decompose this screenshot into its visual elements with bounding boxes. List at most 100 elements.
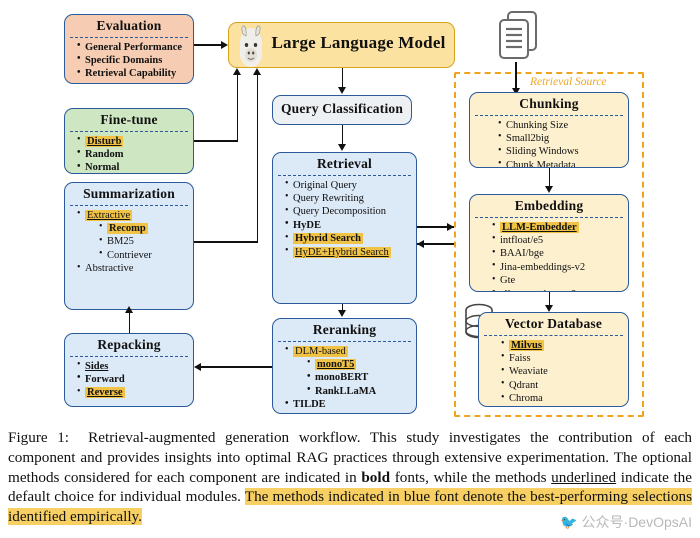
arrowhead-retrieval-source-in — [417, 239, 424, 248]
arrowhead-queryclass-retrieval — [338, 144, 346, 151]
arrowhead-repacking-summarization — [125, 306, 133, 313]
box-embedding-list: LLM-Embedder intfloat/e5 BAAI/bge Jina-e… — [470, 218, 628, 291]
list-item[interactable]: Gte — [492, 274, 624, 287]
llama-icon — [234, 24, 268, 68]
list-item[interactable]: Chroma — [501, 392, 624, 405]
list-item[interactable]: monoT5 — [307, 357, 412, 371]
box-summarization-list: Extractive Recomp BM25 Contriever Abstra… — [65, 206, 193, 279]
list-item[interactable]: DLM-based monoT5 monoBERT RankLLaMA — [285, 344, 412, 399]
connector-llm-queryclass — [341, 68, 344, 88]
arrowhead-reranking-repacking — [194, 362, 201, 371]
watermark: 🐦 公众号·DevOpsAI — [560, 512, 692, 532]
list-item[interactable]: monoBERT — [307, 371, 412, 384]
connector-chunking-embedding — [548, 168, 551, 187]
figure-diagram: Retrieval Source Evaluation General Perf… — [0, 0, 700, 425]
box-query-classification-title: Query Classification — [280, 101, 404, 116]
connector-queryclass-retrieval — [341, 125, 344, 145]
box-finetune-list: Disturb Random Normal — [65, 132, 193, 173]
arrowhead-retrieval-reranking — [338, 310, 346, 317]
sublist: Recomp BM25 Contriever — [85, 221, 189, 262]
list-item[interactable]: TILDE — [285, 398, 412, 411]
box-retrieval-title: Retrieval — [316, 156, 373, 171]
list-item[interactable]: RankLLaMA — [307, 384, 412, 398]
list-item[interactable]: Recomp — [99, 221, 189, 235]
box-chunking[interactable]: Chunking Chunking Size Small2big Sliding… — [469, 92, 629, 168]
box-reranking[interactable]: Reranking DLM-based monoT5 monoBERT Rank… — [272, 318, 417, 414]
box-evaluation-title: Evaluation — [96, 18, 162, 33]
list-item[interactable]: Sliding Windows — [498, 145, 624, 158]
connector-reranking-repacking — [196, 366, 272, 368]
box-retrieval-list: Original Query Query Rewriting Query Dec… — [273, 176, 416, 263]
box-chunking-list: Chunking Size Small2big Sliding Windows … — [470, 116, 628, 167]
list-item[interactable]: Specific Domains — [77, 53, 189, 67]
arrowhead-evaluation-llm — [221, 40, 228, 49]
list-item[interactable]: Chunking Size — [498, 118, 624, 132]
list-item[interactable]: BAAI/bge — [492, 247, 624, 260]
connector-evaluation-llm — [194, 44, 222, 46]
box-reranking-list: DLM-based monoT5 monoBERT RankLLaMA TILD… — [273, 342, 416, 413]
arrowhead-chunking-embedding — [545, 186, 553, 193]
list-item[interactable]: Retrieval Capability — [77, 67, 189, 80]
list-item[interactable]: all-mpnet-base-v2 — [492, 287, 624, 291]
list-item[interactable]: Milvus — [501, 338, 624, 352]
connector-summarization-llm-h — [194, 241, 258, 243]
list-item[interactable]: Faiss — [501, 351, 624, 365]
box-query-classification[interactable]: Query Classification — [272, 95, 412, 125]
list-item[interactable]: Reverse — [77, 386, 189, 399]
box-retrieval[interactable]: Retrieval Original Query Query Rewriting… — [272, 152, 417, 304]
box-finetune[interactable]: Fine-tune Disturb Random Normal — [64, 108, 194, 174]
list-item[interactable]: Sides — [77, 359, 189, 373]
list-item[interactable]: Abstractive — [77, 262, 189, 275]
list-item[interactable]: Query Decomposition — [285, 205, 412, 218]
list-item[interactable]: Query Rewriting — [285, 191, 412, 205]
list-item[interactable]: Hybrid Search — [285, 232, 412, 245]
arrowhead-embedding-vectordb — [545, 305, 553, 312]
arrowhead-llm-queryclass — [338, 87, 346, 94]
caption-label: Figure 1: — [8, 429, 70, 446]
caption-underlined-word: underlined — [551, 468, 617, 486]
sublist: monoT5 monoBERT RankLLaMA — [293, 357, 412, 398]
caption-part2: fonts, while the methods — [390, 468, 552, 486]
list-item[interactable]: Extractive Recomp BM25 Contriever — [77, 208, 189, 263]
list-item[interactable]: Original Query — [285, 178, 412, 192]
box-summarization-title: Summarization — [83, 186, 175, 201]
box-embedding[interactable]: Embedding LLM-Embedder intfloat/e5 BAAI/… — [469, 194, 629, 292]
watermark-logo-icon: 🐦 — [560, 514, 578, 530]
connector-repacking-summarization — [128, 313, 131, 333]
box-evaluation[interactable]: Evaluation General Performance Specific … — [64, 14, 194, 84]
box-repacking-list: Sides Forward Reverse — [65, 357, 193, 403]
caption-bold-word: bold — [361, 468, 391, 486]
box-vector-database-list: Milvus Faiss Weaviate Qdrant Chroma — [479, 336, 628, 406]
box-vector-database[interactable]: Vector Database Milvus Faiss Weaviate Qd… — [478, 312, 629, 407]
list-item[interactable]: Weaviate — [501, 365, 624, 378]
box-evaluation-list: General Performance Specific Domains Ret… — [65, 38, 193, 83]
list-item[interactable]: Forward — [77, 372, 189, 386]
list-item[interactable]: Disturb — [77, 134, 189, 148]
list-item[interactable]: HyDE — [285, 218, 412, 232]
list-item[interactable]: Jina-embeddings-v2 — [492, 260, 624, 274]
list-item[interactable]: Contriever — [99, 248, 189, 262]
box-summarization[interactable]: Summarization Extractive Recomp BM25 Con… — [64, 182, 194, 310]
retrieval-source-label: Retrieval Source — [530, 76, 607, 88]
list-item[interactable]: Normal — [77, 161, 189, 173]
documents-icon — [492, 8, 546, 75]
watermark-text: 公众号·DevOpsAI — [581, 514, 692, 530]
list-item[interactable]: BM25 — [99, 235, 189, 248]
box-finetune-title: Fine-tune — [100, 112, 158, 127]
box-chunking-title: Chunking — [519, 96, 579, 111]
list-item[interactable]: intfloat/e5 — [492, 233, 624, 247]
list-item[interactable]: Small2big — [498, 131, 624, 145]
box-reranking-title: Reranking — [312, 322, 377, 337]
list-item[interactable]: Chunk Metadata — [498, 158, 624, 167]
list-item[interactable]: Qdrant — [501, 378, 624, 392]
box-embedding-title: Embedding — [514, 198, 584, 213]
connector-finetune-llm-v — [236, 75, 239, 141]
box-repacking[interactable]: Repacking Sides Forward Reverse — [64, 333, 194, 407]
arrowhead-summarization-llm — [253, 68, 261, 75]
list-item[interactable]: Random — [77, 147, 189, 161]
connector-docs-chunking — [515, 62, 517, 90]
list-item[interactable]: HyDE+Hybrid Search — [285, 245, 412, 259]
list-item[interactable]: General Performance — [77, 40, 189, 54]
connector-summarization-llm-v — [256, 75, 259, 242]
list-item[interactable]: LLM-Embedder — [492, 220, 624, 234]
